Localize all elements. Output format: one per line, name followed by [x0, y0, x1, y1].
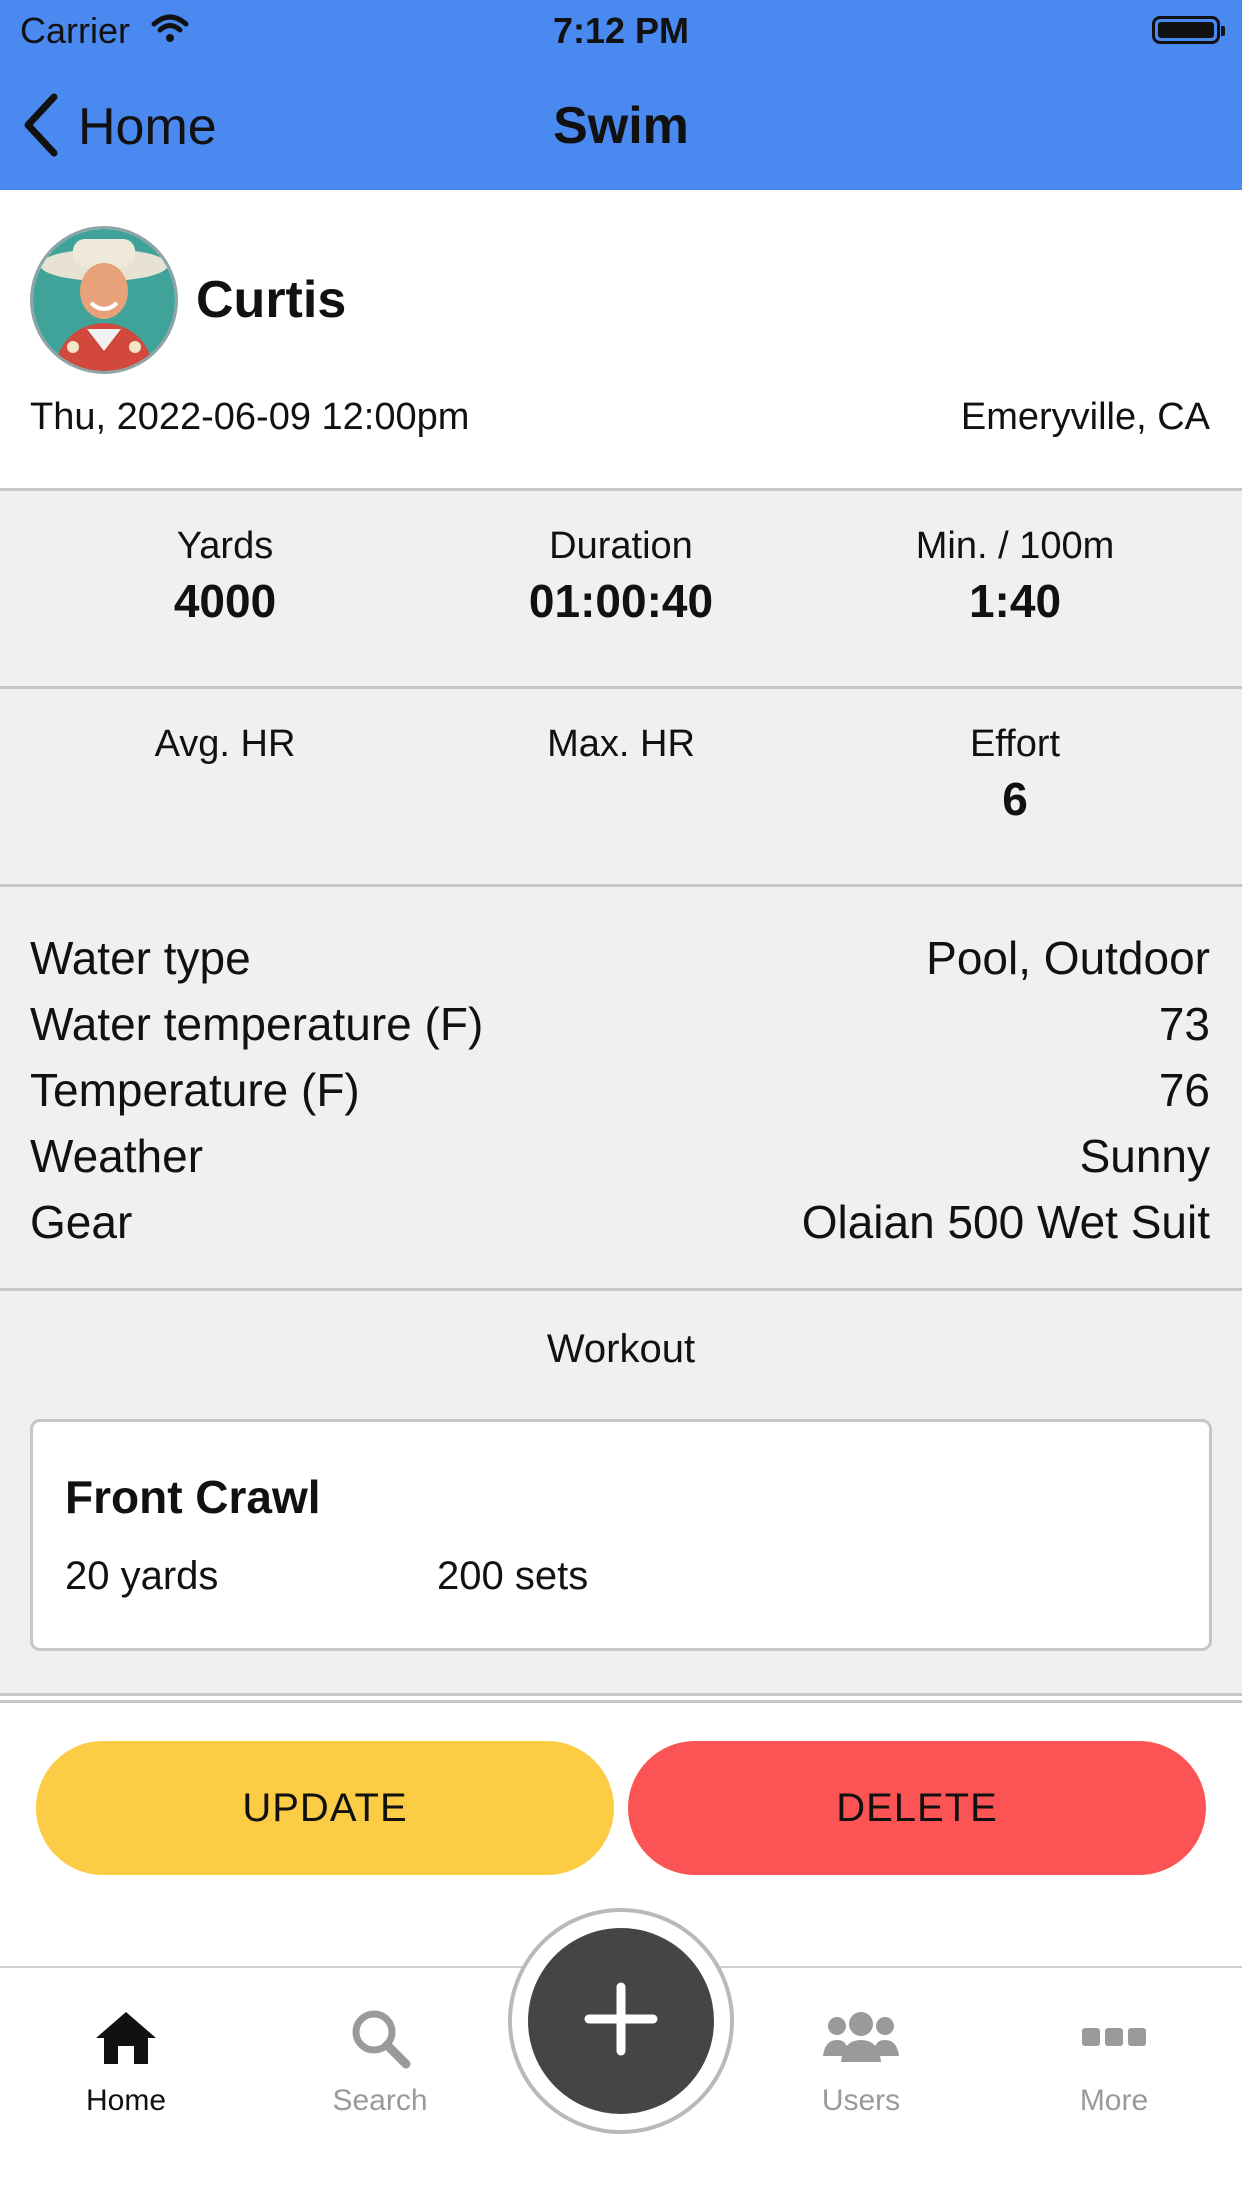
tab-more[interactable]: More: [994, 1998, 1234, 2118]
stats-row-secondary: Avg. HR Max. HR Effort 6: [0, 686, 1242, 887]
detail-label: Water type: [30, 932, 251, 984]
exercise-card[interactable]: Front Crawl 20 yards 200 sets: [30, 1419, 1212, 1651]
activity-details: Water type Pool, Outdoor Water temperatu…: [0, 884, 1242, 1291]
stat-yards: Yards 4000: [28, 525, 422, 628]
detail-row-water-temperature: Water temperature (F) 73: [30, 991, 1210, 1057]
stat-effort: Effort 6: [818, 723, 1212, 826]
tab-search[interactable]: Search: [260, 1998, 500, 2118]
activity-location: Emeryville, CA: [960, 396, 1210, 438]
stat-value: 4000: [173, 575, 277, 627]
tab-home[interactable]: Home: [6, 1998, 246, 2118]
exercise-sets: 200 sets: [437, 1554, 589, 1598]
detail-label: Weather: [30, 1130, 204, 1182]
stat-label: Duration: [549, 525, 693, 567]
workout-title: Workout: [546, 1327, 696, 1371]
more-icon: [994, 1998, 1234, 2078]
user-name[interactable]: Curtis: [196, 270, 346, 330]
stat-value: 6: [1002, 773, 1028, 825]
stat-value: 01:00:40: [528, 575, 714, 627]
stat-pace: Min. / 100m 1:40: [818, 525, 1212, 628]
exercise-distance: 20 yards: [65, 1554, 219, 1598]
users-icon: [741, 1998, 981, 2078]
add-button[interactable]: [528, 1928, 714, 2114]
tab-users[interactable]: Users: [741, 1998, 981, 2118]
detail-value: 76: [1158, 1064, 1210, 1116]
activity-datetime: Thu, 2022-06-09 12:00pm: [30, 396, 470, 438]
avatar[interactable]: [30, 226, 178, 374]
tab-label: Search: [332, 2084, 428, 2117]
stat-label: Effort: [969, 723, 1061, 765]
detail-value: Sunny: [1079, 1130, 1210, 1182]
tab-label: Users: [821, 2084, 901, 2117]
tab-label: More: [1079, 2084, 1149, 2117]
update-button[interactable]: UPDATE: [36, 1741, 614, 1875]
detail-label: Gear: [30, 1196, 133, 1248]
detail-row-water-type: Water type Pool, Outdoor: [30, 925, 1210, 991]
navigation-header: Carrier 7:12 PM Home Swim: [0, 0, 1242, 192]
page-title: Swim: [553, 97, 689, 155]
activity-header: Curtis Thu, 2022-06-09 12:00pm Emeryvill…: [0, 190, 1242, 488]
stat-max-hr: Max. HR: [424, 723, 818, 772]
stat-label: Min. / 100m: [915, 525, 1115, 567]
stat-label: Yards: [176, 525, 274, 567]
delete-button[interactable]: DELETE: [628, 1741, 1206, 1875]
detail-row-temperature: Temperature (F) 76: [30, 1057, 1210, 1123]
stat-value: 1:40: [968, 575, 1062, 627]
detail-row-weather: Weather Sunny: [30, 1123, 1210, 1189]
detail-label: Temperature (F): [30, 1064, 360, 1116]
detail-value: Olaian 500 Wet Suit: [801, 1196, 1210, 1248]
status-time: 7:12 PM: [552, 10, 690, 51]
plus-icon: [581, 1979, 661, 2064]
search-icon: [260, 1998, 500, 2078]
exercise-name: Front Crawl: [65, 1471, 321, 1523]
workout-section: Workout Front Crawl 20 yards 200 sets: [0, 1288, 1242, 1696]
tab-label: Home: [85, 2084, 167, 2117]
detail-value: Pool, Outdoor: [926, 932, 1210, 984]
detail-value: 73: [1158, 998, 1210, 1050]
stat-label: Avg. HR: [154, 723, 296, 765]
detail-row-gear: Gear Olaian 500 Wet Suit: [30, 1189, 1210, 1255]
detail-label: Water temperature (F): [30, 998, 484, 1050]
stat-duration: Duration 01:00:40: [424, 525, 818, 628]
stats-row-primary: Yards 4000 Duration 01:00:40 Min. / 100m…: [0, 488, 1242, 687]
stat-label: Max. HR: [547, 723, 695, 765]
stat-avg-hr: Avg. HR: [28, 723, 422, 772]
battery-icon: [1152, 16, 1225, 44]
home-icon: [6, 1998, 246, 2078]
